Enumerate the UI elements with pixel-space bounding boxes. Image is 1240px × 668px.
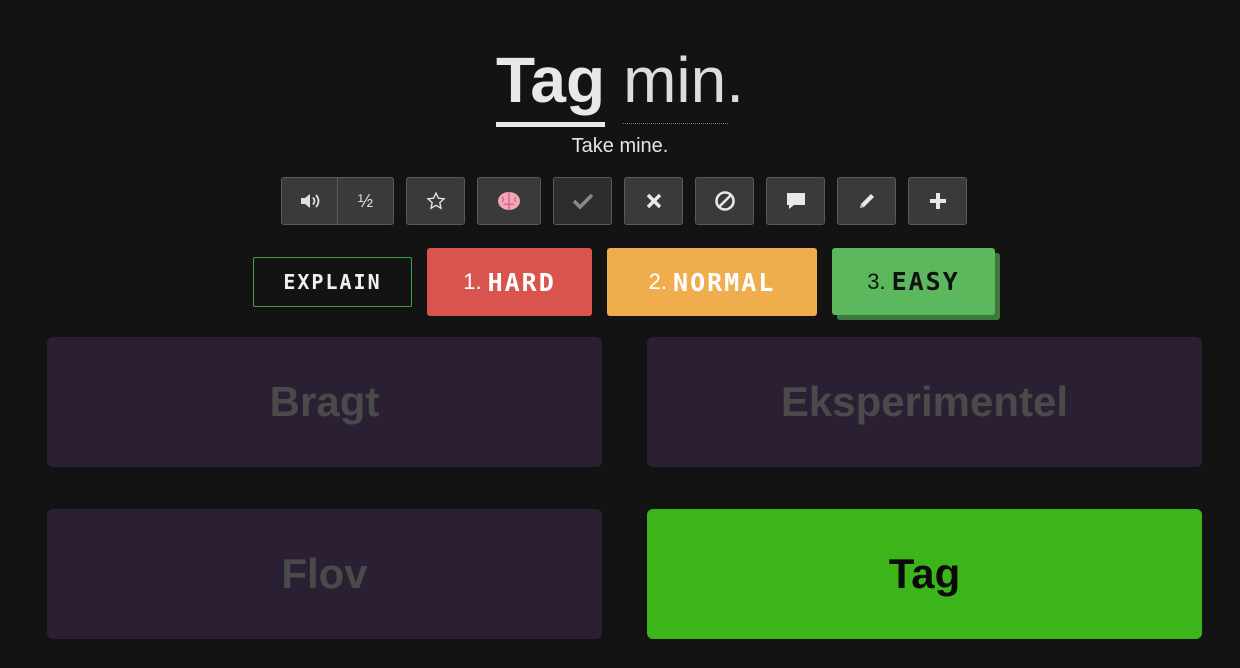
normal-button[interactable]: 2. NORMAL <box>607 248 817 316</box>
memorize-button[interactable] <box>477 177 541 225</box>
ignore-button[interactable] <box>695 177 754 225</box>
target-word[interactable]: Tag <box>496 40 606 127</box>
translation: Take mine. <box>571 135 669 157</box>
pencil-icon <box>857 191 877 211</box>
add-button[interactable] <box>908 177 967 225</box>
brain-icon <box>496 190 522 212</box>
answer-choice-correct[interactable]: Tag <box>647 509 1202 639</box>
card-screen: Tag min. Take mine. ½ EXPLAIN 1. HARD 2.… <box>0 0 1240 668</box>
difficulty-row: EXPLAIN 1. HARD 2. NORMAL 3. EASY <box>0 248 1240 318</box>
answer-choice[interactable]: Flov <box>47 509 602 639</box>
plus-icon <box>928 191 948 211</box>
x-icon <box>645 192 663 210</box>
mark-wrong-button[interactable] <box>624 177 683 225</box>
comment-button[interactable] <box>766 177 825 225</box>
edit-button[interactable] <box>837 177 896 225</box>
sentence: Tag min. <box>0 40 1240 127</box>
easy-shortcut: 3. <box>867 268 886 294</box>
favorite-button[interactable] <box>406 177 465 225</box>
hard-label: HARD <box>487 267 556 297</box>
easy-label: EASY <box>891 267 960 296</box>
comment-icon <box>785 191 807 211</box>
audio-group: ½ <box>281 177 394 225</box>
check-icon <box>572 192 594 210</box>
explain-button[interactable]: EXPLAIN <box>253 257 412 307</box>
ban-icon <box>714 190 736 212</box>
answer-choice[interactable]: Bragt <box>47 337 602 467</box>
normal-label: NORMAL <box>673 267 776 297</box>
play-audio-button[interactable] <box>282 178 337 224</box>
answer-choice[interactable]: Eksperimentel <box>647 337 1202 467</box>
hard-shortcut: 1. <box>463 269 482 294</box>
hard-button[interactable]: 1. HARD <box>427 248 592 316</box>
easy-button[interactable]: 3. EASY <box>832 248 995 315</box>
toolbar: ½ <box>0 177 1240 227</box>
slow-audio-button[interactable]: ½ <box>337 178 393 224</box>
speaker-icon <box>299 192 321 210</box>
star-icon <box>425 191 446 211</box>
normal-shortcut: 2. <box>648 269 668 294</box>
mark-known-button[interactable] <box>553 177 612 225</box>
sentence-rest[interactable]: min. <box>623 40 744 124</box>
half-speed-label: ½ <box>357 190 373 211</box>
